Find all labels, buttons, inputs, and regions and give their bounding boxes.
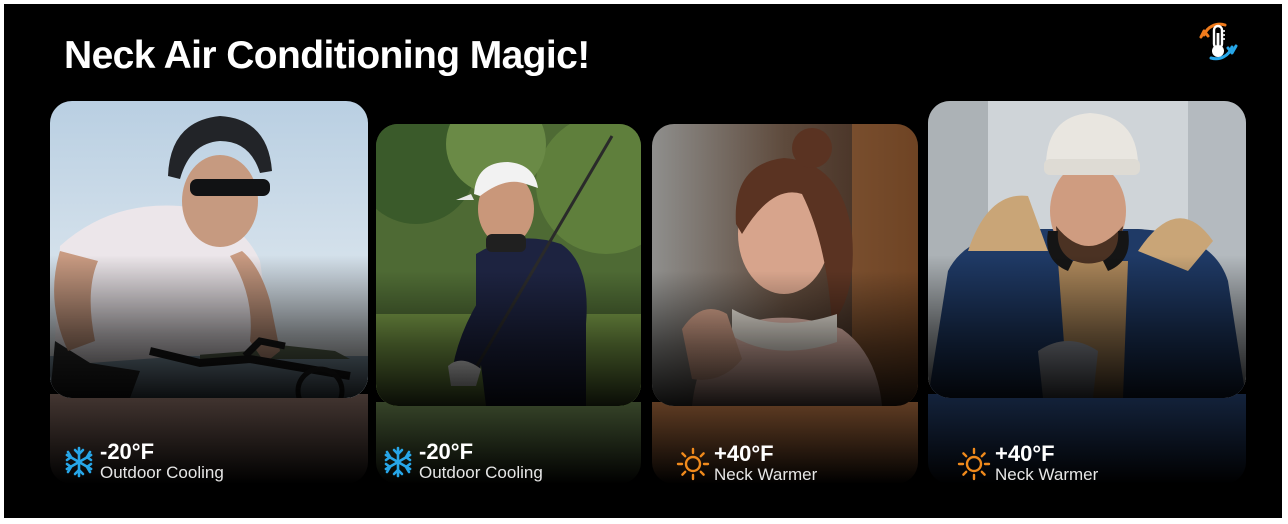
temperature-value: +40°F — [714, 441, 774, 466]
product-card-winter-man[interactable] — [928, 101, 1246, 398]
product-card-cyclist[interactable] — [50, 101, 368, 398]
mode-name: Outdoor Cooling — [419, 463, 543, 482]
temperature-value: -20°F — [100, 439, 155, 464]
card-shade — [376, 270, 641, 406]
mode-name: Neck Warmer — [714, 465, 818, 484]
mode-name: Neck Warmer — [995, 465, 1099, 484]
snowflake-icon — [384, 446, 412, 477]
product-card-woman[interactable] — [652, 124, 918, 406]
mode-label-cyclist: -20°F Outdoor Cooling — [62, 440, 224, 483]
mode-name: Outdoor Cooling — [100, 463, 224, 482]
temperature-value: -20°F — [419, 439, 474, 464]
mode-label-woman: +40°F Neck Warmer — [676, 442, 817, 485]
card-shade — [652, 270, 918, 406]
sun-icon — [957, 447, 991, 480]
banner-title: Neck Air Conditioning Magic! — [64, 34, 590, 77]
thermometer-icon — [1199, 22, 1238, 61]
card-shade — [50, 255, 368, 398]
promo-banner: Neck Air Conditioning Magic! -20°F Outdo… — [4, 4, 1282, 518]
mode-label-winter-man: +40°F Neck Warmer — [957, 442, 1098, 485]
product-card-golfer[interactable] — [376, 124, 641, 406]
mode-label-golfer: -20°F Outdoor Cooling — [381, 440, 543, 483]
sun-icon — [676, 447, 710, 480]
temperature-value: +40°F — [995, 441, 1055, 466]
snowflake-icon — [65, 446, 93, 477]
card-shade — [928, 255, 1246, 398]
